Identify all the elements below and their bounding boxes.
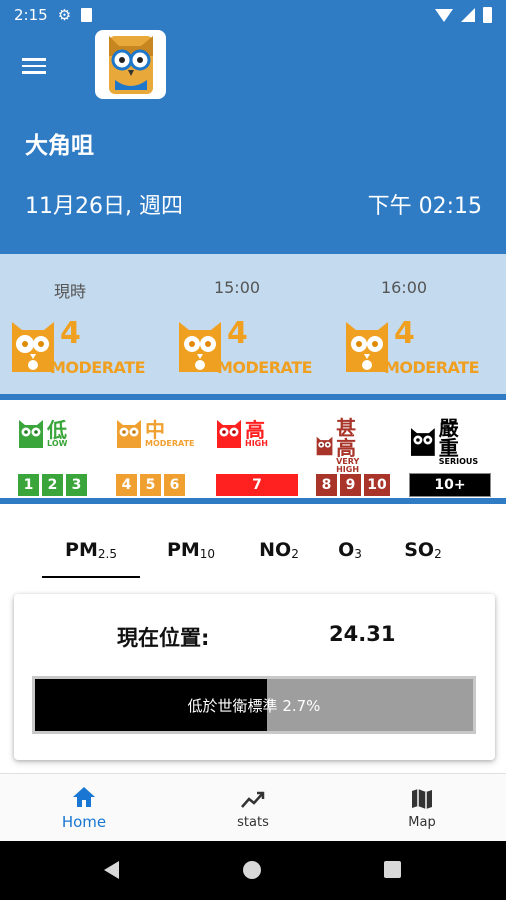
forecast-level: MODERATE [50,358,146,377]
reading-value: 24.31 [329,622,396,646]
owl-high-icon [217,420,241,448]
reading-card: 現在位置: 24.31 低於世衛標準 2.7% [14,594,495,760]
nav-label: Map [408,814,436,830]
legend-cn: 甚高 [336,416,357,460]
aqhi-legend: 低 LOW 1 2 3 中 MODERATE 4 5 6 高 HIGH 7 甚高… [0,406,506,504]
legend-box: 10 [364,474,390,496]
legend-en: MODERATE [145,439,195,448]
nav-map[interactable]: Map [338,774,506,842]
legend-en: LOW [47,439,68,448]
bottom-navigation: Home stats Map [0,773,506,841]
app-bar [0,30,506,110]
owl-very-high-icon [316,436,333,456]
nav-stats[interactable]: stats [169,774,337,842]
app-logo [95,30,166,99]
owl-serious-icon [410,428,435,456]
status-bar: 2:15 ⚙ [0,0,506,30]
legend-box: 2 [42,474,63,496]
status-time: 2:15 [14,6,48,24]
nav-label: stats [237,814,269,830]
owl-moderate-icon [117,420,141,448]
legend-box: 8 [316,474,337,496]
who-standard-text: 低於世衛標準 2.7% [187,696,321,715]
signal-icon [461,8,475,22]
forecast-now: 現時 4 MODERATE [0,254,168,394]
who-standard-bar: 低於世衛標準 2.7% [32,676,476,734]
legend-cn: 低 [47,418,67,442]
forecast-index: 4 [227,316,248,351]
forecast-label: 現時 [53,282,86,301]
reading-label: 現在位置: [117,626,210,650]
system-navigation [0,841,506,900]
battery-icon [483,7,492,23]
pollutant-tabs: PM2.5 PM10 NO2 O3 SO2 [0,530,506,578]
home-circle-icon[interactable] [243,861,261,879]
sd-card-icon [81,8,93,22]
legend-box: 4 [116,474,137,496]
home-icon [73,787,95,807]
forecast-index: 4 [60,316,81,351]
tab-pm10[interactable]: PM10 [148,530,234,578]
active-tab-indicator [42,576,140,578]
legend-box: 6 [164,474,185,496]
tab-no2[interactable]: NO2 [244,530,314,578]
legend-box: 9 [340,474,361,496]
forecast-1500: 15:00 4 MODERATE [167,254,335,394]
nav-label: Home [61,813,107,831]
owl-low-icon [19,420,43,448]
legend-cn: 中 [145,418,165,442]
wifi-icon [435,8,453,22]
legend-box: 7 [216,474,298,496]
legend-box: 5 [140,474,161,496]
legend-box: 1 [18,474,39,496]
legend-box: 10+ [409,473,491,497]
forecast-index: 4 [394,316,415,351]
location-header: 大角咀 11月26日, 週四 下午 02:15 [0,110,506,254]
legend-cn: 高 [245,418,265,442]
legend-en: VERY HIGH [336,457,360,474]
trending-up-icon [241,791,265,808]
tab-pm25[interactable]: PM2.5 [42,530,140,578]
nav-home[interactable]: Home [0,774,168,842]
forecast-level: MODERATE [217,358,313,377]
recent-apps-icon[interactable] [384,861,401,878]
settings-icon: ⚙ [57,6,72,24]
aqhi-forecast: 現時 4 MODERATE 15:00 4 MODERATE 16:00 4 M… [0,254,506,400]
map-icon [412,788,432,809]
forecast-label: 15:00 [213,278,261,297]
current-date: 11月26日, 週四 [25,194,183,219]
legend-box: 3 [66,474,87,496]
menu-icon[interactable] [22,52,50,80]
location-name: 大角咀 [25,133,94,159]
tab-so2[interactable]: SO2 [388,530,458,578]
back-icon[interactable] [104,861,119,879]
forecast-label: 16:00 [380,278,428,297]
legend-cn: 嚴重 [438,416,459,460]
legend-en: SERIOUS [438,457,479,466]
forecast-1600: 16:00 4 MODERATE [334,254,502,394]
tab-o3[interactable]: O3 [322,530,378,578]
legend-en: HIGH [245,439,268,448]
forecast-level: MODERATE [384,358,480,377]
current-time: 下午 02:15 [367,194,482,219]
